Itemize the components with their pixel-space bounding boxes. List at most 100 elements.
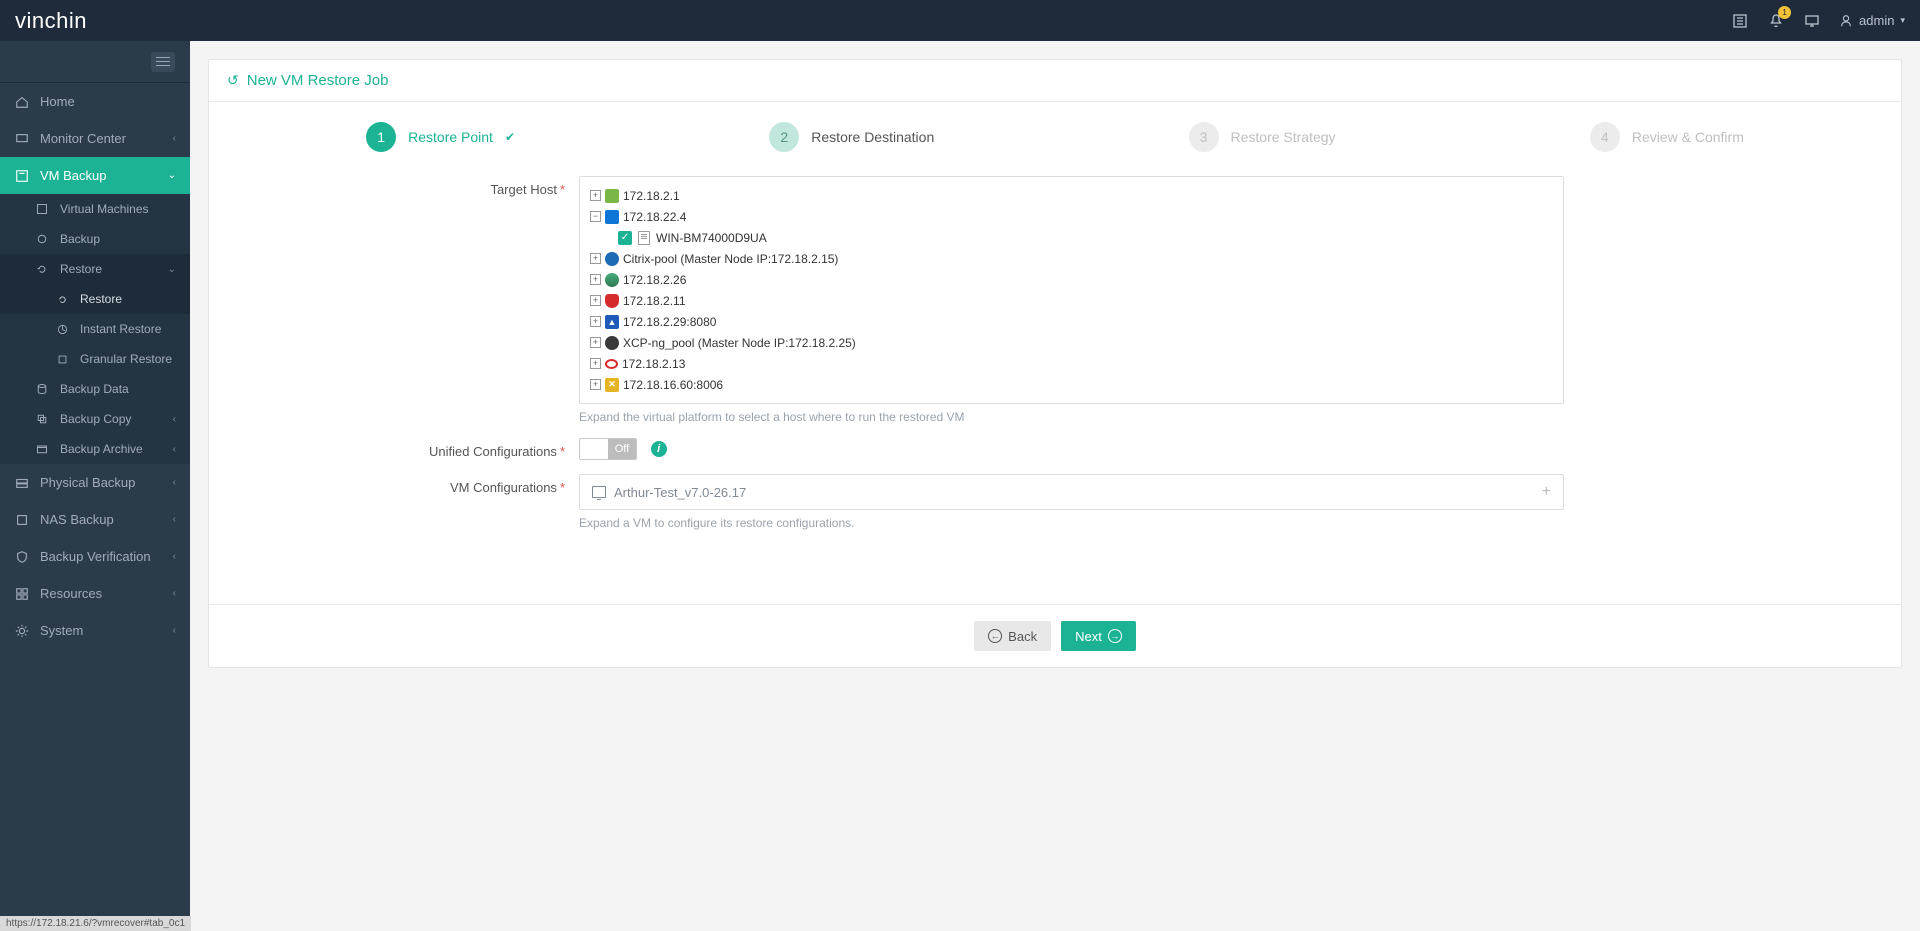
restore-icon: [34, 261, 50, 277]
chevron-icon: ‹: [173, 444, 176, 455]
expand-icon[interactable]: +: [590, 253, 601, 264]
back-button[interactable]: ←Back: [974, 621, 1051, 651]
tree-node[interactable]: +XCP-ng_pool (Master Node IP:172.18.2.25…: [590, 332, 1553, 353]
restore-header-icon: ↺: [227, 72, 239, 89]
tree-label: 172.18.2.1: [623, 189, 680, 203]
user-menu[interactable]: admin ▾: [1839, 13, 1905, 28]
label-vm-config: VM Configurations*: [249, 474, 579, 530]
nav-monitor[interactable]: Monitor Center‹: [0, 120, 190, 157]
hamburger-icon[interactable]: [151, 52, 175, 72]
archive-icon: [34, 441, 50, 457]
field-unified: Off i: [579, 438, 1564, 460]
nav-backup-label: Backup: [60, 232, 100, 246]
tree-node[interactable]: +172.18.2.13: [590, 353, 1553, 374]
toggle-off-label: Off: [608, 439, 636, 459]
nav-vm-backup-label: VM Backup: [40, 168, 106, 183]
tree-node[interactable]: +▲172.18.2.29:8080: [590, 311, 1553, 332]
vm-config-value: Arthur-Test_v7.0-26.17: [614, 485, 746, 500]
unified-toggle[interactable]: Off: [579, 438, 637, 460]
target-host-tree[interactable]: +172.18.2.1 −172.18.22.4 ✓WIN-BM74000D9U…: [579, 176, 1564, 404]
expand-icon[interactable]: +: [590, 337, 601, 348]
verification-icon: [14, 549, 30, 565]
sidebar-toggle-row: [0, 41, 190, 83]
vm-config-helper: Expand a VM to configure its restore con…: [579, 516, 1564, 530]
next-button[interactable]: Next→: [1061, 621, 1136, 651]
nav-backup[interactable]: Backup: [0, 224, 190, 254]
nav-restore[interactable]: Restore ⌄: [0, 254, 190, 284]
restore-icon: [54, 291, 70, 307]
tree-node[interactable]: +172.18.2.1: [590, 185, 1553, 206]
tree-node[interactable]: +✕172.18.16.60:8006: [590, 374, 1553, 395]
chevron-icon: ‹: [173, 414, 176, 425]
logo: vinchin: [15, 8, 87, 34]
nav-granular-restore[interactable]: Granular Restore: [0, 344, 190, 374]
expand-icon[interactable]: +: [590, 295, 601, 306]
nav-system[interactable]: System‹: [0, 612, 190, 649]
expand-plus-icon[interactable]: +: [1542, 483, 1551, 501]
nav-backup-data[interactable]: Backup Data: [0, 374, 190, 404]
expand-icon[interactable]: +: [590, 190, 601, 201]
vm-config-box[interactable]: Arthur-Test_v7.0-26.17 +: [579, 474, 1564, 510]
windows-icon: [605, 210, 619, 224]
step-2[interactable]: 2 Restore Destination: [769, 122, 934, 152]
nav-physical[interactable]: Physical Backup‹: [0, 464, 190, 501]
step-1-num: 1: [366, 122, 396, 152]
vm-backup-icon: [14, 168, 30, 184]
nav-instant-restore[interactable]: Instant Restore: [0, 314, 190, 344]
step-1[interactable]: 1 Restore Point ✔: [366, 122, 515, 152]
host-icon: [638, 231, 650, 245]
step-4-num: 4: [1590, 122, 1620, 152]
logo-part2: chin: [45, 8, 87, 33]
check-icon: ✔: [505, 130, 515, 144]
expand-icon[interactable]: +: [590, 358, 601, 369]
list-icon[interactable]: [1731, 12, 1749, 30]
tree-label: 172.18.2.26: [623, 273, 686, 287]
nav-virtual-machines[interactable]: Virtual Machines: [0, 194, 190, 224]
nav-resources[interactable]: Resources‹: [0, 575, 190, 612]
expand-icon[interactable]: +: [590, 379, 601, 390]
step-3: 3 Restore Strategy: [1189, 122, 1336, 152]
nav-verification[interactable]: Backup Verification‹: [0, 538, 190, 575]
checked-icon[interactable]: ✓: [618, 231, 632, 245]
info-icon[interactable]: i: [651, 441, 667, 457]
tree-label: 172.18.2.13: [622, 357, 685, 371]
nav-restore-sub-item[interactable]: Restore: [0, 284, 190, 314]
form-body: Target Host* +172.18.2.1 −172.18.22.4 ✓W…: [209, 166, 1901, 584]
platform-icon: ▲: [605, 315, 619, 329]
tree-node[interactable]: +172.18.2.26: [590, 269, 1553, 290]
tree-label: Citrix-pool (Master Node IP:172.18.2.15): [623, 252, 838, 266]
notification-badge: 1: [1778, 6, 1791, 19]
tree-node[interactable]: −172.18.22.4: [590, 206, 1553, 227]
tree-node-child[interactable]: ✓WIN-BM74000D9UA: [590, 227, 1553, 248]
nav-instant-label: Instant Restore: [80, 322, 161, 336]
nav-backup-copy[interactable]: Backup Copy‹: [0, 404, 190, 434]
nav-home[interactable]: Home: [0, 83, 190, 120]
logo-part1: vin: [15, 8, 45, 33]
nav-restore-label: Restore: [60, 262, 102, 276]
instant-icon: [54, 321, 70, 337]
expand-icon[interactable]: +: [590, 274, 601, 285]
step-4: 4 Review & Confirm: [1590, 122, 1744, 152]
nav-restore-sub-label: Restore: [80, 292, 122, 306]
chevron-down-icon: ⌄: [168, 264, 176, 275]
collapse-icon[interactable]: −: [590, 211, 601, 222]
panel-header: ↺ New VM Restore Job: [209, 60, 1901, 102]
vm-icon: [34, 201, 50, 217]
bell-icon[interactable]: 1: [1767, 12, 1785, 30]
nav-physical-label: Physical Backup: [40, 475, 135, 490]
vm-icon: [592, 486, 606, 498]
chevron-icon: ‹: [173, 514, 176, 525]
tree-node[interactable]: + Citrix-pool (Master Node IP:172.18.2.15…: [590, 248, 1553, 269]
nav-verification-label: Backup Verification: [40, 549, 151, 564]
nav-resources-label: Resources: [40, 586, 102, 601]
row-vm-config: VM Configurations* Arthur-Test_v7.0-26.1…: [249, 474, 1861, 530]
nav-vm-backup[interactable]: VM Backup⌄: [0, 157, 190, 194]
tree-node[interactable]: +172.18.2.11: [590, 290, 1553, 311]
monitor-icon[interactable]: [1803, 12, 1821, 30]
nav-backup-archive[interactable]: Backup Archive‹: [0, 434, 190, 464]
platform-icon: [605, 359, 618, 369]
gear-icon: [14, 623, 30, 639]
expand-icon[interactable]: +: [590, 316, 601, 327]
nav-nas[interactable]: NAS Backup‹: [0, 501, 190, 538]
top-right: 1 admin ▾: [1731, 12, 1905, 30]
